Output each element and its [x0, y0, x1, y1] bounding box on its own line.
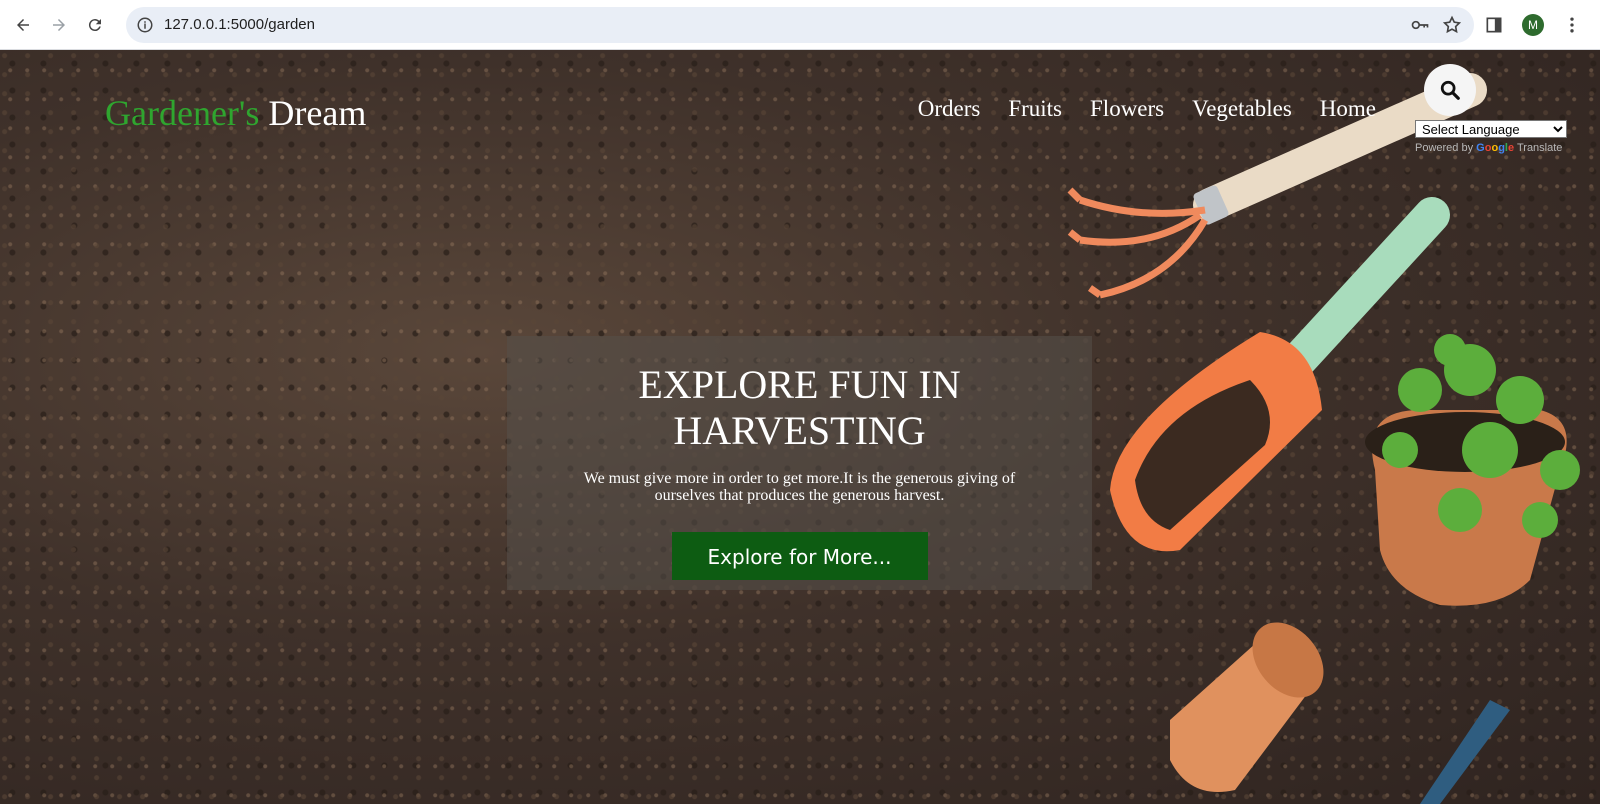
language-select[interactable]: Select Language — [1415, 120, 1567, 138]
search-icon — [1440, 80, 1460, 100]
potted-plant-illustration — [1365, 334, 1580, 606]
site-info-icon[interactable] — [134, 14, 156, 36]
hero-text: We must give more in order to get more.I… — [583, 470, 1016, 504]
powered-by-text: Powered by — [1415, 142, 1474, 154]
google-logo: Google — [1476, 142, 1515, 154]
translate-link[interactable]: Translate — [1517, 142, 1562, 154]
forward-icon[interactable] — [44, 10, 74, 40]
nav-vegetables[interactable]: Vegetables — [1192, 96, 1292, 122]
reload-icon[interactable] — [80, 10, 110, 40]
explore-button[interactable]: Explore for More... — [671, 532, 928, 580]
hero-background: Gardener's Dream Orders Fruits Flowers V… — [0, 50, 1600, 804]
google-translate-attribution: Powered by Google Translate — [1415, 142, 1562, 154]
back-icon[interactable] — [8, 10, 38, 40]
bookmark-star-icon[interactable] — [1440, 13, 1464, 37]
blue-tool-illustration — [1420, 700, 1510, 804]
side-panel-icon[interactable] — [1480, 11, 1508, 39]
password-key-icon[interactable] — [1408, 13, 1432, 37]
brand-name-part2: Dream — [268, 93, 367, 133]
address-bar[interactable]: 127.0.0.1:5000/garden — [126, 7, 1474, 43]
browser-toolbar: 127.0.0.1:5000/garden M — [0, 0, 1600, 50]
garden-tools-image — [1067, 73, 1580, 804]
empty-pot-illustration — [1170, 622, 1324, 792]
url-text[interactable]: 127.0.0.1:5000/garden — [164, 7, 315, 43]
more-menu-icon[interactable] — [1558, 11, 1586, 39]
brand-name-part1: Gardener's — [105, 93, 260, 133]
hero-title: EXPLORE FUN IN HARVESTING — [638, 362, 961, 453]
nav-home[interactable]: Home — [1320, 96, 1376, 122]
main-nav: Orders Fruits Flowers Vegetables Home — [918, 96, 1376, 122]
profile-avatar[interactable]: M — [1522, 14, 1544, 36]
nav-fruits[interactable]: Fruits — [1008, 96, 1062, 122]
nav-orders[interactable]: Orders — [918, 96, 981, 122]
nav-flowers[interactable]: Flowers — [1090, 96, 1164, 122]
search-button[interactable] — [1424, 64, 1476, 116]
hero-card: EXPLORE FUN IN HARVESTING We must give m… — [507, 336, 1092, 590]
site-logo[interactable]: Gardener's Dream — [105, 92, 366, 134]
